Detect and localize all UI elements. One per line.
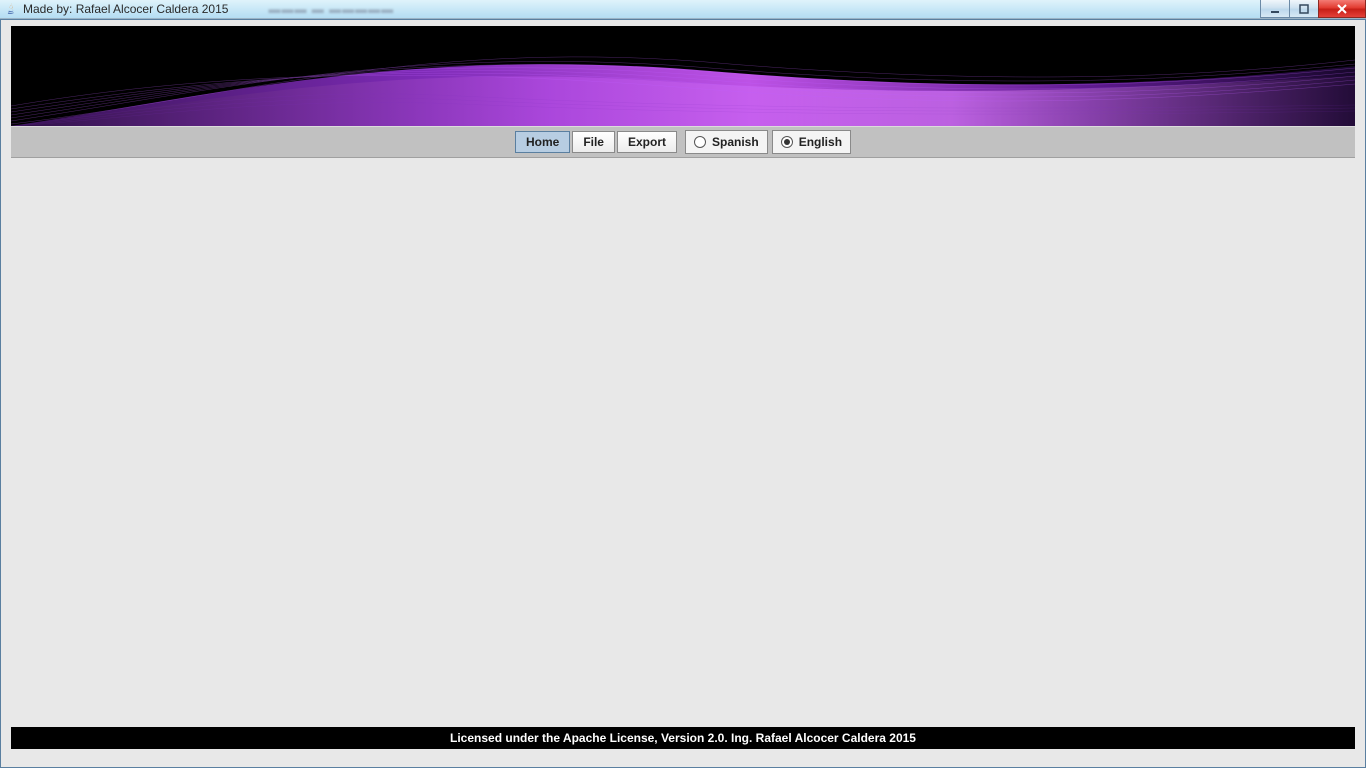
- language-english-label: English: [799, 135, 842, 149]
- radio-icon: [781, 136, 793, 148]
- window-titlebar: Made by: Rafael Alcocer Caldera 2015 ▬▬▬…: [0, 0, 1366, 19]
- export-button[interactable]: Export: [617, 131, 677, 153]
- content-area: [11, 158, 1355, 727]
- radio-icon: [694, 136, 706, 148]
- main-menubar: Home File Export Spanish English: [11, 126, 1355, 158]
- minimize-icon: [1270, 4, 1280, 14]
- footer-bar: Licensed under the Apache License, Versi…: [11, 727, 1355, 749]
- home-button[interactable]: Home: [515, 131, 570, 153]
- file-button[interactable]: File: [572, 131, 615, 153]
- footer-text: Licensed under the Apache License, Versi…: [450, 731, 916, 745]
- maximize-button[interactable]: [1289, 0, 1319, 18]
- language-english-radio[interactable]: English: [772, 130, 851, 154]
- window-title: Made by: Rafael Alcocer Caldera 2015: [23, 2, 228, 16]
- background-blur-text: ▬▬▬ ▬ ▬▬▬▬▬: [268, 2, 394, 16]
- radio-dot-icon: [784, 139, 790, 145]
- language-spanish-label: Spanish: [712, 135, 759, 149]
- maximize-icon: [1299, 4, 1309, 14]
- banner-wave-graphic: [11, 26, 1355, 126]
- app-frame: Home File Export Spanish English License…: [0, 19, 1366, 768]
- java-icon: [3, 1, 19, 17]
- minimize-button[interactable]: [1260, 0, 1290, 18]
- window-controls: [1261, 0, 1366, 19]
- close-button[interactable]: [1318, 0, 1366, 18]
- language-spanish-radio[interactable]: Spanish: [685, 130, 768, 154]
- header-banner: [11, 26, 1355, 126]
- close-icon: [1336, 4, 1348, 14]
